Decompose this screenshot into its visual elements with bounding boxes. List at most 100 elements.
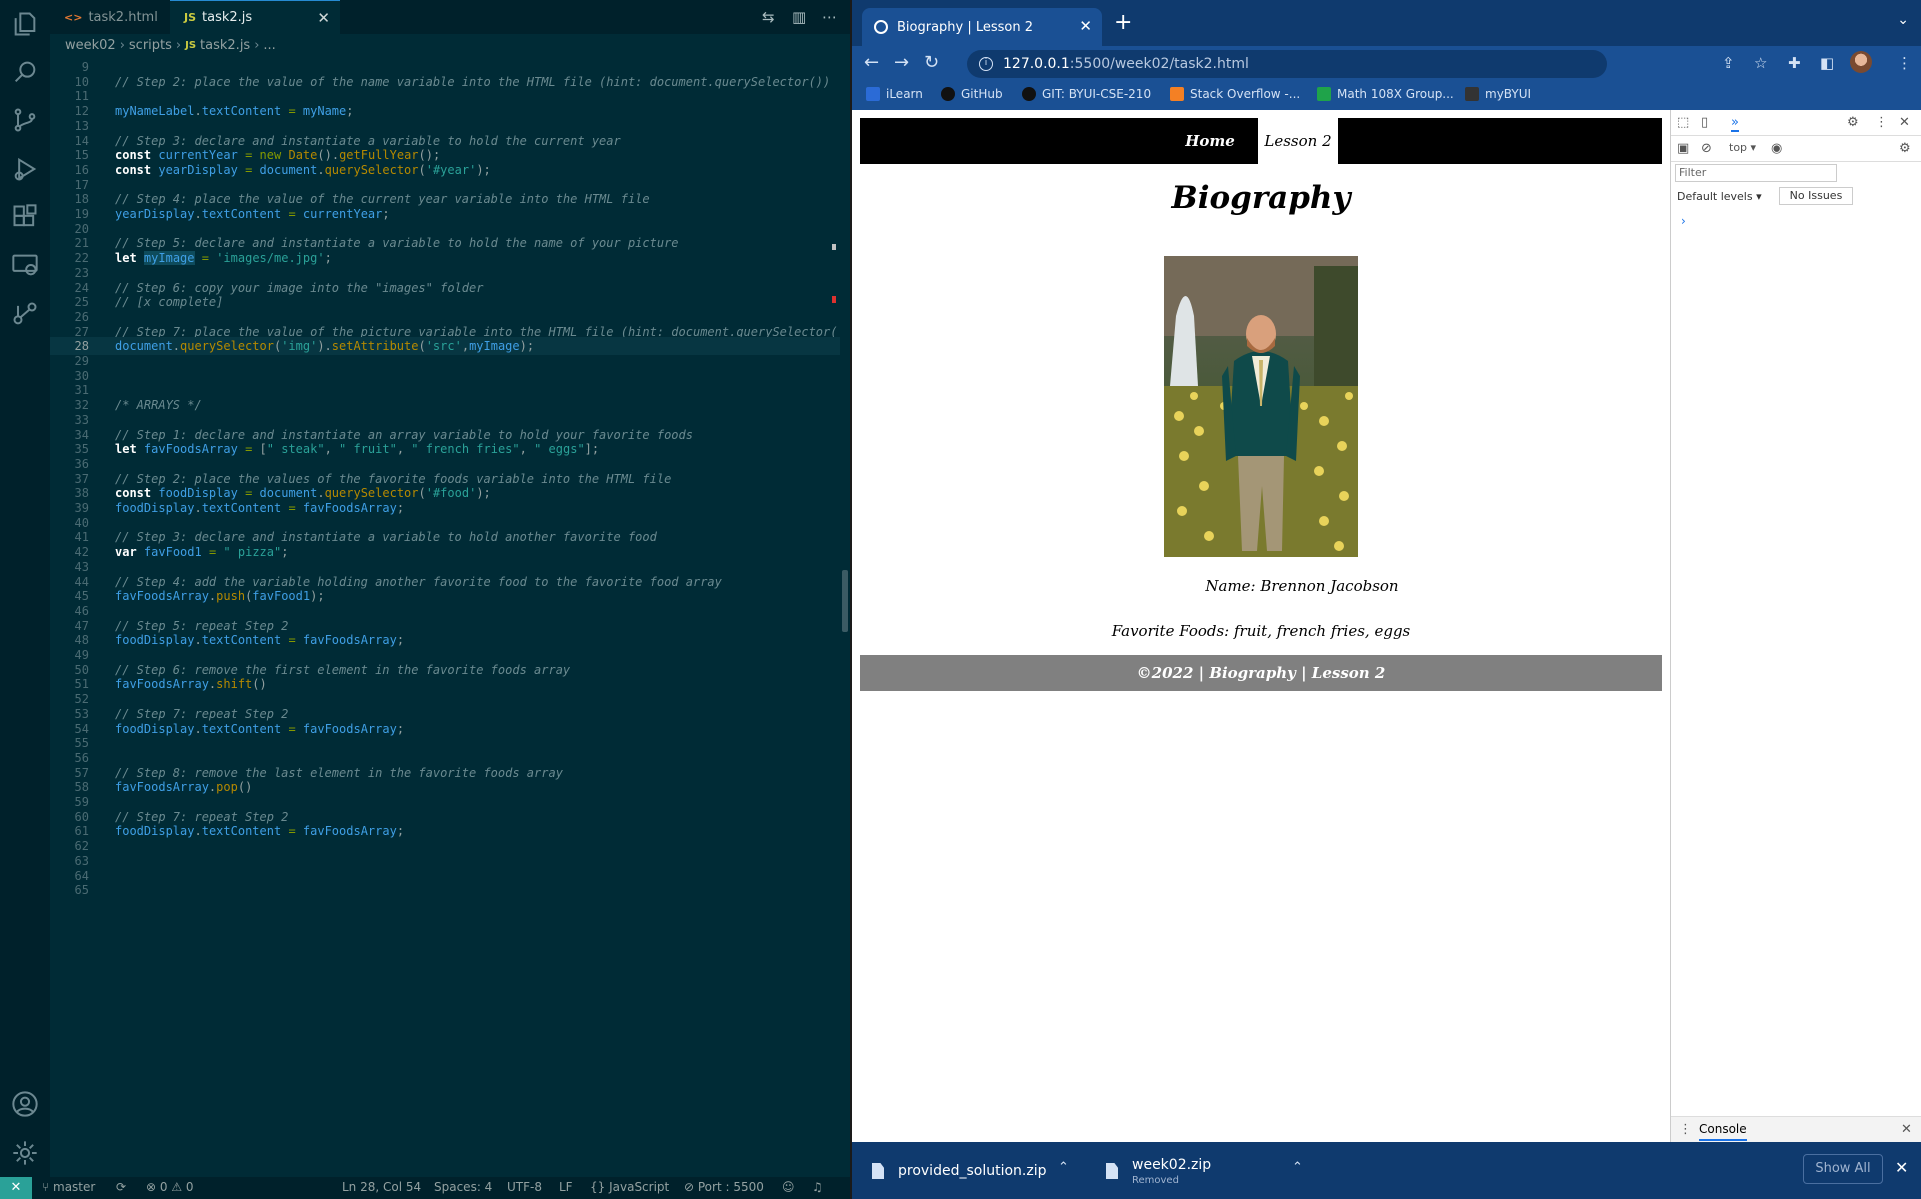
sync-icon[interactable]: ⟳ [116, 1180, 126, 1194]
overview-ruler-error-mark [832, 296, 836, 303]
forward-button[interactable]: → [894, 52, 909, 73]
tab-label: task2.js [202, 10, 253, 25]
settings-gear-icon[interactable]: ⚙ [1847, 115, 1859, 130]
language-mode[interactable]: {} JavaScript [590, 1180, 669, 1194]
bookmark-stackoverflow[interactable]: Stack Overflow -... [1170, 87, 1300, 101]
drawer-menu-icon[interactable]: ⋮ [1679, 1122, 1692, 1137]
breadcrumb-symbol[interactable]: ... [263, 38, 275, 53]
more-options-icon[interactable]: ⋮ [1875, 115, 1888, 130]
profile-avatar[interactable] [1850, 51, 1872, 73]
live-expression-icon[interactable]: ◉ [1771, 141, 1782, 156]
problems-status[interactable]: ⊗ 0 ⚠ 0 [146, 1180, 194, 1194]
branch-status[interactable]: ⑂ master [42, 1180, 95, 1194]
drawer-tab-console[interactable]: Console [1699, 1122, 1747, 1141]
close-devtools-icon[interactable]: ✕ [1899, 115, 1910, 130]
search-icon[interactable] [11, 58, 39, 86]
chevron-down-icon[interactable]: ⌄ [1897, 12, 1909, 28]
nav-lesson2-link[interactable]: Lesson 2 [1258, 118, 1338, 164]
back-button[interactable]: ← [864, 52, 879, 73]
extensions-icon[interactable] [11, 203, 39, 231]
tab-task2-html[interactable]: <> task2.html [50, 0, 170, 34]
breadcrumb-file[interactable]: task2.js [200, 38, 250, 53]
context-select[interactable]: top ▾ [1729, 141, 1756, 154]
js-file-icon: JS [185, 39, 197, 51]
browser-tab-title: Biography | Lesson 2 [897, 19, 1034, 35]
js-file-icon: JS [184, 11, 197, 24]
profile-photo [1164, 256, 1358, 557]
bookmark-github[interactable]: GitHub [941, 87, 1003, 101]
share-icon[interactable]: ⇪ [1722, 54, 1735, 72]
explorer-icon[interactable] [11, 10, 39, 38]
remote-explorer-icon[interactable] [11, 251, 39, 279]
code-line[interactable]: 65 [50, 881, 840, 899]
issues-button[interactable]: No Issues [1779, 187, 1853, 205]
download-item[interactable]: week02.zip Removed [1106, 1152, 1211, 1190]
split-editor-icon[interactable]: ▥ [792, 8, 806, 26]
nav-home-link[interactable]: Home [1170, 118, 1250, 164]
close-drawer-icon[interactable]: ✕ [1901, 1122, 1912, 1137]
console-settings-icon[interactable]: ⚙ [1899, 141, 1911, 156]
bookmark-label: Math 108X Group... [1337, 87, 1454, 101]
bookmark-mybyui[interactable]: myBYUI [1465, 87, 1531, 101]
url-path: :5500/week02/task2.html [1069, 56, 1249, 72]
browser-tab[interactable]: Biography | Lesson 2 ✕ [862, 8, 1102, 46]
remote-indicator-icon[interactable]: ✕ [0, 1177, 32, 1199]
site-info-icon[interactable]: i [979, 57, 993, 71]
bookmark-label: GIT: BYUI-CSE-210 [1042, 87, 1152, 101]
bookmark-star-icon[interactable]: ☆ [1754, 54, 1767, 72]
manage-gear-icon[interactable] [11, 1139, 39, 1167]
console-prompt[interactable]: › [1681, 214, 1686, 228]
close-downloads-icon[interactable]: ✕ [1895, 1158, 1908, 1177]
more-tabs-icon[interactable]: » [1731, 115, 1739, 132]
encoding[interactable]: UTF-8 [507, 1180, 542, 1194]
branch-name: master [53, 1180, 96, 1194]
bookmark-math108x[interactable]: Math 108X Group... [1317, 87, 1454, 101]
chevron-up-icon[interactable]: ⌃ [1058, 1160, 1069, 1175]
source-control-icon[interactable] [11, 106, 39, 134]
side-panel-icon[interactable]: ◧ [1820, 54, 1834, 72]
clear-console-icon[interactable]: ⊘ [1701, 141, 1712, 156]
feedback-icon[interactable]: ☺ [782, 1180, 795, 1194]
live-server-port[interactable]: ⊘ Port : 5500 [684, 1180, 764, 1194]
breadcrumb-folder[interactable]: week02 [65, 38, 116, 53]
editor-scrollbar[interactable] [842, 570, 848, 632]
end-of-line[interactable]: LF [559, 1180, 573, 1194]
warning-count: 0 [185, 1180, 194, 1194]
reload-button[interactable]: ↻ [924, 52, 939, 73]
extensions-icon[interactable]: ✚ [1788, 54, 1801, 72]
compare-icon[interactable]: ⇆ [762, 8, 775, 26]
stackoverflow-icon [1170, 87, 1184, 101]
notifications-icon[interactable]: ♫ [812, 1180, 823, 1194]
bookmark-ilearn[interactable]: iLearn [866, 87, 923, 101]
chevron-up-icon[interactable]: ⌃ [1292, 1160, 1303, 1175]
vscode-window: <> task2.html JS task2.js ✕ ⇆ ▥ ⋯ week02… [0, 0, 850, 1199]
inspect-element-icon[interactable]: ⬚ [1677, 115, 1689, 130]
site-nav: Home Lesson 2 [860, 118, 1662, 164]
github-icon [941, 87, 955, 101]
more-actions-icon[interactable]: ⋯ [822, 8, 837, 26]
show-all-button[interactable]: Show All [1803, 1154, 1883, 1184]
run-debug-icon[interactable] [11, 155, 39, 183]
close-tab-icon[interactable]: ✕ [317, 9, 330, 27]
browser-menu-icon[interactable]: ⋮ [1897, 54, 1912, 72]
download-item[interactable]: provided_solution.zip [872, 1152, 1046, 1190]
live-share-icon[interactable] [11, 300, 39, 328]
console-filter-input[interactable]: Filter [1675, 164, 1837, 182]
address-bar[interactable]: i 127.0.0.1:5500/week02/task2.html [967, 50, 1607, 78]
log-levels-dropdown[interactable]: Default levels ▾ [1677, 190, 1762, 203]
new-tab-button[interactable]: + [1114, 10, 1132, 35]
browser-toolbar: ← → ↻ i 127.0.0.1:5500/week02/task2.html… [852, 46, 1921, 82]
close-tab-icon[interactable]: ✕ [1079, 17, 1092, 35]
cursor-position[interactable]: Ln 28, Col 54 [342, 1180, 421, 1194]
sheets-icon [1317, 87, 1331, 101]
device-toolbar-icon[interactable]: ▯ [1701, 115, 1708, 130]
indentation[interactable]: Spaces: 4 [434, 1180, 492, 1194]
browser-tabstrip: Biography | Lesson 2 ✕ + ⌄ [852, 0, 1921, 46]
breadcrumb-folder[interactable]: scripts [129, 38, 172, 53]
browser-window: Biography | Lesson 2 ✕ + ⌄ ← → ↻ i 127.0… [852, 0, 1921, 1199]
sidebar-toggle-icon[interactable]: ▣ [1677, 141, 1689, 156]
bookmark-git-byui[interactable]: GIT: BYUI-CSE-210 [1022, 87, 1151, 101]
tab-task2-js[interactable]: JS task2.js ✕ [170, 0, 340, 34]
code-editor[interactable]: 9 10// Step 2: place the value of the nam… [50, 56, 840, 1177]
account-icon[interactable] [11, 1090, 39, 1118]
